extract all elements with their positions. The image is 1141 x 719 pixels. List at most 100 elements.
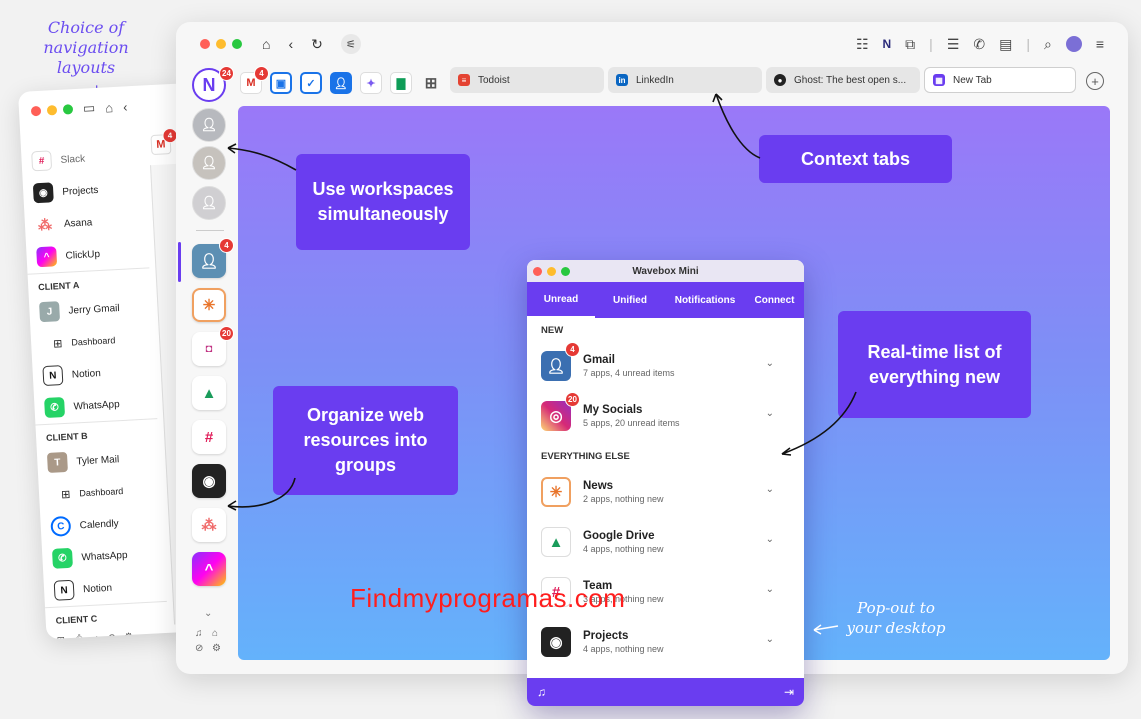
gmail-icon[interactable]: M4	[240, 66, 269, 94]
sidebar-toggle-icon[interactable]: ▭	[83, 100, 96, 117]
whatsapp-logo-icon: ✆	[44, 397, 66, 419]
avatar: T	[46, 451, 68, 473]
gemini-icon[interactable]: ✦	[360, 72, 382, 94]
notes-icon[interactable]: ▤	[999, 36, 1012, 53]
list-item-google-drive[interactable]: ▲ Google Drive 4 apps, nothing new ⌄	[527, 517, 804, 567]
tab-todoist[interactable]: ≡ Todoist	[450, 67, 604, 93]
new-tab-button[interactable]: +	[1086, 72, 1104, 90]
item-summary: 4 apps, nothing new	[583, 544, 664, 554]
google-drive-icon[interactable]: ▲	[192, 376, 226, 410]
notion-extension-icon[interactable]: N	[883, 37, 892, 51]
home-icon[interactable]: ⌂	[105, 100, 114, 115]
item-name: My Socials	[583, 404, 643, 416]
list-item-projects[interactable]: ◉ Projects 4 apps, nothing new ⌄	[527, 617, 804, 667]
calendly-logo-icon: C	[50, 515, 72, 537]
socials-group-icon[interactable]: ◘ 20	[192, 326, 234, 366]
sidebar-item-label: Notion	[82, 582, 113, 595]
chevron-down-icon[interactable]: ⌄	[204, 608, 212, 619]
puzzle-icon[interactable]: ⧉	[905, 36, 915, 53]
split-view-icon[interactable]: ☷	[856, 36, 869, 53]
gmail-icon[interactable]: M4	[150, 127, 178, 156]
tab-connect[interactable]: Connect	[745, 282, 804, 318]
chevron-down-icon[interactable]: ⌄	[766, 358, 774, 369]
zoom-dot[interactable]	[232, 39, 242, 49]
close-dot[interactable]	[200, 39, 210, 49]
calendar-icon[interactable]: ▣	[270, 72, 292, 94]
chevron-down-icon[interactable]: ⌄	[766, 408, 774, 419]
stack-icon[interactable]: ☰	[947, 36, 960, 53]
sidebar-item-label: Dashboard	[79, 486, 124, 499]
sidebar-item-label: Slack	[60, 153, 86, 166]
ghost-icon: ●	[774, 74, 786, 86]
bell-icon[interactable]: ♫	[537, 685, 546, 699]
chevron-down-icon[interactable]: ⌄	[766, 534, 774, 545]
chevron-down-icon[interactable]: ⌄	[766, 584, 774, 595]
callout-organize: Organize web resources into groups	[273, 386, 458, 495]
socials-count-badge: 20	[565, 392, 580, 407]
list-item-news[interactable]: ✳ News 2 apps, nothing new ⌄	[527, 467, 804, 517]
workspace-rail: 👤︎ 👤︎ 👤︎ 👤︎ 4 ✳ ◘ 20 ▲ # ◉ ⁂ ^ ⌄ ♫ ⌂ ⊘ ⚙	[178, 106, 236, 666]
slack-icon[interactable]: #	[192, 420, 226, 454]
close-dot[interactable]	[30, 105, 42, 117]
contacts-icon[interactable]: 👤︎	[330, 72, 352, 94]
item-name: Gmail	[583, 354, 615, 366]
github-icon[interactable]: ◉	[192, 464, 226, 498]
tab-unified[interactable]: Unified	[595, 282, 665, 318]
add-icon[interactable]: ⊞	[57, 635, 66, 639]
minimize-dot[interactable]	[216, 39, 226, 49]
wavebox-mini-window: Wavebox Mini Unread Unified Notification…	[527, 260, 804, 706]
search-icon[interactable]: ⌕	[1044, 36, 1052, 53]
gear-icon[interactable]: ⚙	[124, 632, 134, 640]
sidebar-item-label: Asana	[63, 216, 93, 230]
site-settings-icon[interactable]: ⚟	[340, 34, 361, 54]
tab-notifications[interactable]: Notifications	[665, 282, 745, 318]
asana-icon[interactable]: ⁂	[192, 508, 226, 542]
workspace-avatar-1[interactable]: 👤︎	[192, 108, 226, 142]
workspace-avatar-3[interactable]: 👤︎	[192, 186, 226, 220]
mini-footer: ♫ ⇥	[527, 678, 804, 706]
tab-unread[interactable]: Unread	[527, 282, 595, 318]
active-workspace-indicator	[178, 242, 181, 282]
tab-new-tab[interactable]: ▦ New Tab	[924, 67, 1076, 93]
gear-icon[interactable]: ⚙	[212, 643, 225, 654]
list-item-gmail[interactable]: 👤︎ 4 Gmail 7 apps, 4 unread items ⌄	[527, 341, 804, 391]
compass-icon[interactable]: ⊘	[108, 633, 117, 640]
lock-icon[interactable]: ⌂	[94, 633, 101, 639]
chevron-down-icon[interactable]: ⌄	[766, 484, 774, 495]
reload-icon[interactable]: ↻	[311, 36, 323, 53]
apps-grid-icon[interactable]: ⊞	[420, 72, 442, 94]
popout-icon[interactable]: ⇥	[784, 685, 794, 699]
phone-icon[interactable]: ✆	[973, 36, 985, 53]
compass-icon[interactable]: ⊘	[195, 643, 208, 654]
callout-context-tabs: Context tabs	[759, 135, 952, 183]
workspace-avatar-2[interactable]: 👤︎	[192, 146, 226, 180]
menu-icon[interactable]: ≡	[1096, 36, 1104, 52]
home-icon[interactable]: ⌂	[262, 36, 270, 52]
back-icon[interactable]: ‹	[123, 99, 128, 114]
tab-label: Todoist	[478, 74, 510, 86]
notion-logo-icon: N	[42, 365, 64, 387]
tasks-icon[interactable]: ✓	[300, 72, 322, 94]
person-account-icon[interactable]: 👤︎ 4	[192, 238, 234, 278]
minimize-dot[interactable]	[46, 104, 58, 116]
bell-icon[interactable]: ♫	[195, 628, 208, 639]
tab-ghost[interactable]: ● Ghost: The best open s...	[766, 67, 920, 93]
chat-icon[interactable]: ▇	[390, 72, 412, 94]
tab-linkedin[interactable]: in LinkedIn	[608, 67, 762, 93]
zoom-dot[interactable]	[62, 104, 74, 115]
tab-strip: N 24 M4 ▣ ✓ 👤︎ ✦ ▇ ⊞ ≡ Todoist in LinkedIn …	[176, 66, 1128, 106]
chevron-down-icon[interactable]: ⌄	[766, 634, 774, 645]
item-summary: 2 apps, nothing new	[583, 494, 664, 504]
lock-icon[interactable]: ⌂	[212, 628, 225, 639]
linkedin-icon: in	[616, 74, 628, 86]
back-icon[interactable]: ‹	[288, 36, 293, 52]
whatsapp-logo-icon: ✆	[51, 547, 73, 569]
news-group-icon[interactable]: ✳	[192, 288, 226, 322]
list-item-my-socials[interactable]: ◎ 20 My Socials 5 apps, 20 unread items ⌄	[527, 391, 804, 441]
bell-icon[interactable]: 🔔︎	[73, 634, 86, 639]
clickup-icon[interactable]: ^	[192, 552, 226, 586]
wavebox-logo-icon[interactable]: N 24	[192, 66, 234, 102]
avatar: J	[39, 301, 61, 323]
profile-avatar[interactable]	[1065, 36, 1082, 52]
side-window-titlebar: ▭ ⌂ ‹	[18, 83, 190, 132]
